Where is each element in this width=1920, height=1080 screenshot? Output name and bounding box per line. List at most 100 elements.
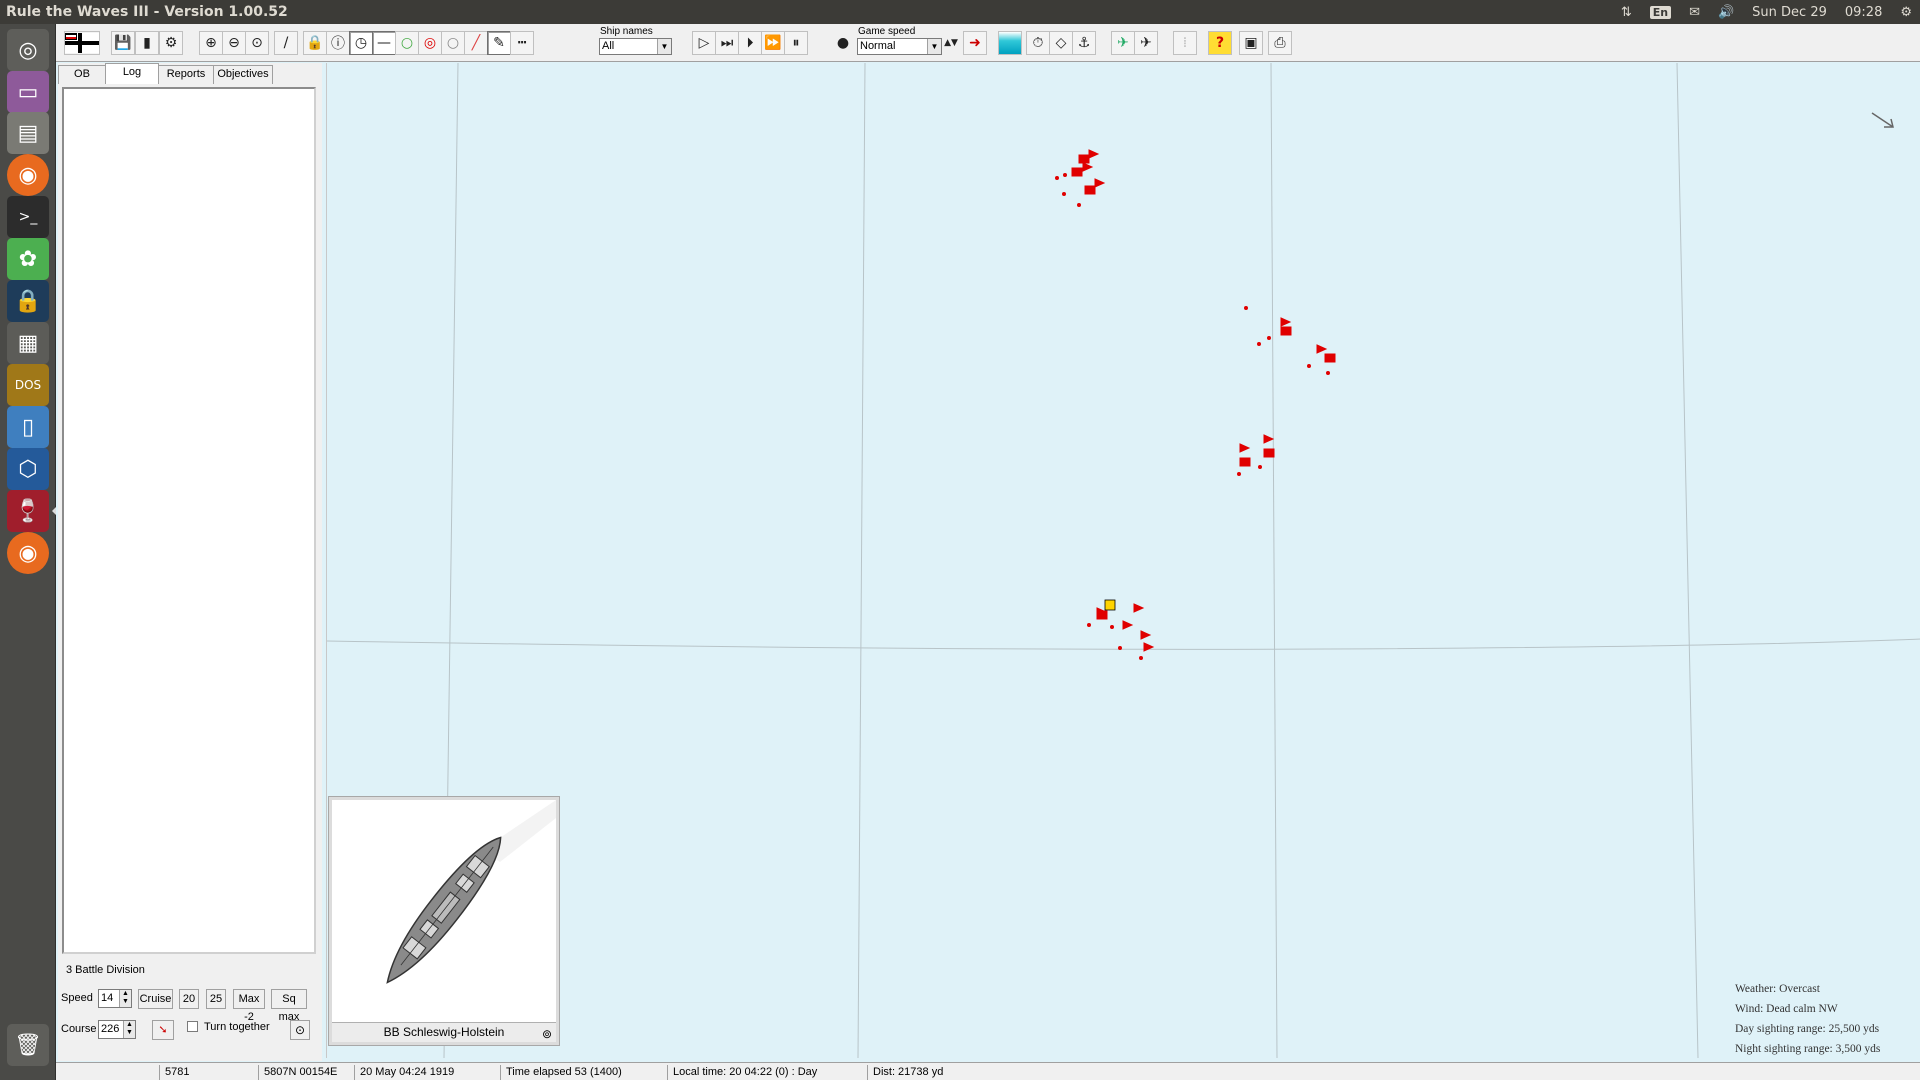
formation-settings-button[interactable]: ⊙ (290, 1020, 310, 1040)
tactical-map[interactable] (326, 62, 1920, 1059)
speed-25-button[interactable]: 25 (206, 989, 226, 1009)
tab-objectives[interactable]: Objectives (213, 65, 273, 84)
disabled-tool-icon[interactable]: ⁞ (1173, 31, 1197, 55)
status-bar: 5781 5807N 00154E 20 May 04:24 1919 Time… (56, 1062, 1920, 1080)
save-icon[interactable]: 💾 (111, 31, 135, 55)
lock-icon[interactable]: ⊚ (542, 1025, 552, 1044)
line-mode-icon[interactable]: — (372, 31, 396, 55)
selected-ship-name: BB Schleswig-Holstein (383, 1025, 505, 1039)
zoom-out-icon[interactable]: ⊖ (222, 31, 246, 55)
speed-stepper[interactable]: 14 ▲ ▼ (98, 989, 132, 1008)
stepper-arrows-icon[interactable]: ▲ ▼ (123, 1021, 135, 1038)
aircraft-icon[interactable]: ✈ (1111, 31, 1135, 55)
mail-icon[interactable]: ✉ (1689, 5, 1700, 20)
colorful-app-icon[interactable]: ✿ (7, 238, 49, 280)
dash-home-icon[interactable]: ◎ (7, 29, 49, 71)
lock-icon[interactable]: 🔒 (303, 31, 327, 55)
enemy-group-center[interactable] (1237, 434, 1275, 476)
terminal-icon[interactable]: >_ (7, 196, 49, 238)
max-minus-2-button[interactable]: Max -2 (233, 989, 265, 1023)
writer-document-icon[interactable]: ▯ (7, 406, 49, 448)
step-forward-icon[interactable]: ▷ (692, 31, 716, 55)
chevron-down-icon: ▼ (657, 39, 671, 54)
help-icon[interactable]: ? (1208, 31, 1232, 55)
clock-label[interactable]: 09:28 (1845, 5, 1882, 20)
selected-ship-marker[interactable] (1104, 599, 1116, 611)
firefox-alt-icon[interactable]: ◉ (7, 532, 49, 574)
tab-ob[interactable]: OB (58, 65, 106, 84)
map-direction-arrow (1871, 112, 1894, 128)
speed-20-button[interactable]: 20 (179, 989, 199, 1009)
stopwatch-icon[interactable]: ⏱ (1026, 31, 1050, 55)
screenshot-icon[interactable]: ▣ (1239, 31, 1263, 55)
step-time-icon[interactable]: ⏵ (738, 31, 762, 55)
enemy-group-north[interactable] (1055, 149, 1106, 207)
dashes-icon[interactable]: ┅ (510, 31, 534, 55)
brush-icon[interactable]: / (274, 31, 298, 55)
files-app-icon[interactable]: ▤ (7, 112, 49, 154)
virtualbox-icon[interactable]: ⬡ (7, 448, 49, 490)
exit-door-icon[interactable]: ▮ (135, 31, 159, 55)
division-label: 3 Battle Division (66, 964, 145, 976)
speed-updown-icon[interactable]: ▲▼ (944, 31, 958, 55)
volume-icon[interactable]: 🔊 (1718, 5, 1734, 20)
day-sighting-line: Day sighting range: 25,500 yds (1735, 1023, 1880, 1035)
ship-names-label: Ship names (600, 26, 653, 37)
window-manager-app-icon[interactable]: ▭ (7, 71, 49, 113)
course-value: 226 (101, 1023, 120, 1035)
dosbox-icon[interactable]: DOS (7, 364, 49, 406)
trash-icon[interactable]: 🗑 (7, 1024, 49, 1066)
course-stepper[interactable]: 226 ▲ ▼ (98, 1020, 136, 1039)
ship-names-select[interactable]: All ▼ (599, 38, 672, 55)
settings-gear-icon[interactable]: ⚙ (1900, 5, 1912, 20)
turn-together-checkbox[interactable] (187, 1021, 198, 1032)
naval-ensign-icon[interactable] (64, 31, 100, 55)
green-circle-icon[interactable]: ○ (395, 31, 419, 55)
stepper-arrows-icon[interactable]: ▲ ▼ (119, 990, 131, 1007)
red-circle-icon[interactable]: ◎ (418, 31, 442, 55)
pause-icon[interactable]: ⏸ (784, 31, 808, 55)
aircraft-settings-icon[interactable]: ✈ (1134, 31, 1158, 55)
clock-mode-icon[interactable]: ◷ (349, 31, 373, 55)
game-speed-select[interactable]: Normal ▼ (857, 38, 942, 55)
status-time-elapsed: Time elapsed 53 (1400) (500, 1065, 665, 1080)
keyboard-layout-indicator[interactable]: En (1649, 5, 1672, 19)
red-arrow-icon[interactable]: ➜ (963, 31, 987, 55)
status-date: 20 May 04:24 1919 (354, 1065, 474, 1080)
lock-app-icon[interactable]: 🔒 (7, 280, 49, 322)
workspace-switcher-icon[interactable]: ▦ (7, 322, 49, 364)
cruise-speed-button[interactable]: Cruise (138, 989, 173, 1009)
record-icon[interactable]: ● (834, 31, 852, 55)
turn-together-label: Turn together (204, 1021, 270, 1033)
status-id: 5781 (159, 1065, 241, 1080)
settings-icon[interactable]: ⚙ (159, 31, 183, 55)
zoom-in-icon[interactable]: ⊕ (199, 31, 223, 55)
pencil-icon[interactable]: ✎ (487, 31, 511, 55)
zoom-reset-icon[interactable]: ⊙ (245, 31, 269, 55)
map-canvas[interactable] (326, 62, 1920, 1059)
grey-circle-icon[interactable]: ○ (441, 31, 465, 55)
course-pointer-button[interactable]: ➘ (152, 1020, 174, 1040)
player-group-south[interactable] (1087, 603, 1155, 660)
system-top-bar: Rule the Waves III - Version 1.00.52 ⇅ E… (0, 0, 1920, 24)
anchor-icon[interactable]: ⚓ (1072, 31, 1096, 55)
tab-log[interactable]: Log (105, 63, 159, 84)
weather-info: Weather: Overcast Wind: Dead calm NW Day… (1735, 979, 1880, 1059)
wine-glass-icon[interactable]: 🍷 (7, 490, 49, 532)
network-icon[interactable]: ⇅ (1621, 5, 1632, 20)
step-skip-icon[interactable]: ⏭ (715, 31, 739, 55)
printer-icon[interactable]: ⎙ (1268, 31, 1292, 55)
game-toolbar: 💾 ▮ ⚙ ⊕ ⊖ ⊙ / 🔒 ⓘ ◷ — ○ ◎ ○ ╱ ✎ ┅ Ship n… (56, 24, 1920, 62)
red-line-icon[interactable]: ╱ (464, 31, 488, 55)
book-icon[interactable]: ◇ (1049, 31, 1073, 55)
date-label[interactable]: Sun Dec 29 (1752, 5, 1827, 20)
status-position: 5807N 00154E (258, 1065, 340, 1080)
fast-forward-icon[interactable]: ⏩ (761, 31, 785, 55)
circle-info-icon[interactable]: ⓘ (326, 31, 350, 55)
squadron-max-button[interactable]: Sq max (271, 989, 307, 1023)
firefox-icon[interactable]: ◉ (7, 154, 49, 196)
enemy-group-east[interactable] (1244, 306, 1336, 375)
tab-reports[interactable]: Reports (158, 65, 214, 84)
sea-view-icon[interactable] (998, 31, 1022, 55)
log-listbox[interactable] (62, 87, 316, 954)
